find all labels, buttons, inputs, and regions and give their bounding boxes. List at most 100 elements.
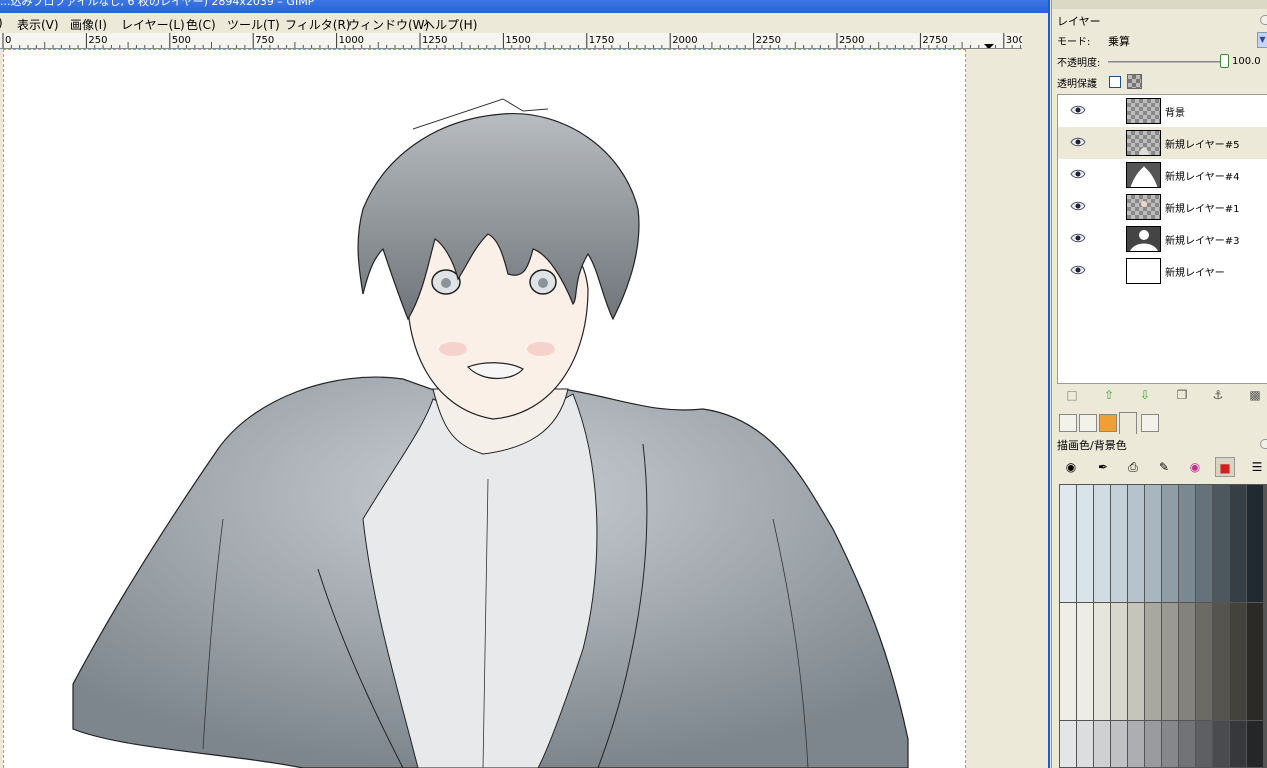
layer-thumbnail[interactable] bbox=[1126, 98, 1161, 124]
layer-thumbnail[interactable] bbox=[1126, 130, 1161, 156]
palette-swatch[interactable] bbox=[1060, 485, 1077, 603]
layer-name[interactable]: 新規レイヤー#5 bbox=[1165, 136, 1239, 151]
menu-item-view[interactable]: 表示(V) bbox=[17, 16, 59, 33]
palette-swatch[interactable] bbox=[1094, 721, 1111, 767]
layer-name[interactable]: 新規レイヤー#3 bbox=[1165, 232, 1239, 247]
layer-thumbnail[interactable] bbox=[1126, 258, 1161, 284]
layer-row[interactable]: 新規レイヤー#5 bbox=[1058, 127, 1267, 159]
palette-swatch[interactable] bbox=[1077, 485, 1094, 603]
delete-layer-icon[interactable]: ▩ bbox=[1247, 387, 1263, 403]
palette-swatch[interactable] bbox=[1162, 485, 1179, 603]
colors-panel-menu-button[interactable] bbox=[1260, 439, 1267, 449]
layers-list[interactable]: 背景新規レイヤー#5 新規レイヤー#4 新規レイヤー#1 新規レイヤー#3 新規レイヤー bbox=[1057, 94, 1267, 384]
tab-fonts[interactable] bbox=[1141, 414, 1159, 432]
brush-icon[interactable]: ✎ bbox=[1154, 457, 1174, 477]
opacity-value[interactable]: 100.0 bbox=[1232, 56, 1261, 67]
palette-swatch[interactable] bbox=[1128, 603, 1145, 721]
horizontal-ruler[interactable]: 0 250 500 750 1000 1250 1500 1750 2000 2250 2500 27… bbox=[0, 33, 1022, 49]
palette-swatch[interactable] bbox=[1162, 603, 1179, 721]
palette-swatch[interactable] bbox=[1060, 721, 1077, 767]
palette-swatch[interactable] bbox=[1128, 721, 1145, 767]
layer-row[interactable]: 背景 bbox=[1058, 95, 1267, 127]
printer-icon[interactable]: ⎙ bbox=[1123, 457, 1143, 477]
lower-layer-icon[interactable]: ⇩ bbox=[1137, 387, 1153, 403]
palette-swatch[interactable] bbox=[1077, 721, 1094, 767]
palette-swatch[interactable] bbox=[1111, 603, 1128, 721]
palette-swatch[interactable] bbox=[1094, 603, 1111, 721]
palette-swatch[interactable] bbox=[1111, 721, 1128, 767]
palette-swatch[interactable] bbox=[1145, 485, 1162, 603]
layer-name[interactable]: 新規レイヤー#1 bbox=[1165, 200, 1239, 215]
palette-swatch[interactable] bbox=[1230, 721, 1247, 767]
layer-row[interactable]: 新規レイヤー#1 bbox=[1058, 191, 1267, 223]
opacity-slider[interactable]: 100.0 bbox=[1108, 54, 1267, 68]
eye-icon[interactable] bbox=[1070, 265, 1086, 275]
palette-swatch[interactable] bbox=[1179, 603, 1196, 721]
palette-swatch[interactable] bbox=[1111, 485, 1128, 603]
gimp-selector-icon[interactable]: ◉ bbox=[1061, 457, 1081, 477]
eye-icon[interactable] bbox=[1070, 169, 1086, 179]
palette-swatch[interactable] bbox=[1213, 721, 1230, 767]
raise-layer-icon[interactable]: ⇧ bbox=[1101, 387, 1117, 403]
anchor-layer-icon[interactable]: ⚓ bbox=[1210, 387, 1226, 403]
menu-item-layer[interactable]: レイヤー(L) bbox=[121, 16, 185, 33]
scales-icon[interactable]: ☰ bbox=[1247, 457, 1267, 477]
panel-menu-button[interactable] bbox=[1260, 15, 1267, 25]
palette-icon[interactable]: ■ bbox=[1215, 457, 1235, 477]
mode-select[interactable]: 乗算 ▼ bbox=[1108, 32, 1267, 48]
menu-item-image[interactable]: 画像(I) bbox=[70, 16, 107, 33]
layer-name[interactable]: 新規レイヤー#4 bbox=[1165, 168, 1239, 183]
eye-icon[interactable] bbox=[1070, 201, 1086, 211]
palette-swatch[interactable] bbox=[1247, 485, 1264, 603]
layer-name[interactable]: 新規レイヤー bbox=[1165, 264, 1225, 279]
layer-thumbnail[interactable] bbox=[1126, 194, 1161, 220]
layer-thumbnail[interactable] bbox=[1126, 226, 1161, 252]
palette-swatch[interactable] bbox=[1247, 603, 1264, 721]
layer-name[interactable]: 背景 bbox=[1165, 104, 1185, 119]
tab-brushes[interactable] bbox=[1059, 414, 1077, 432]
menu-item-filters[interactable]: フィルタ(R) bbox=[285, 16, 350, 33]
palette-swatch[interactable] bbox=[1162, 721, 1179, 767]
opacity-track[interactable] bbox=[1108, 61, 1220, 63]
palette-swatch[interactable] bbox=[1247, 721, 1264, 767]
palette-swatch[interactable] bbox=[1060, 603, 1077, 721]
tab-colors[interactable] bbox=[1119, 412, 1137, 434]
layer-row[interactable]: 新規レイヤー#4 bbox=[1058, 159, 1267, 191]
palette-swatch[interactable] bbox=[1077, 603, 1094, 721]
menu-item-file[interactable]: ) bbox=[0, 16, 3, 30]
layer-thumbnail[interactable] bbox=[1126, 162, 1161, 188]
dock-top-tabs[interactable] bbox=[1052, 0, 1267, 9]
palette-swatch[interactable] bbox=[1179, 721, 1196, 767]
palette-swatch[interactable] bbox=[1230, 603, 1247, 721]
palette-swatch[interactable] bbox=[1196, 721, 1213, 767]
palette-swatch[interactable] bbox=[1145, 721, 1162, 767]
lock-alpha-checkbox[interactable] bbox=[1109, 76, 1121, 88]
new-layer-icon[interactable]: □ bbox=[1064, 387, 1080, 403]
palette-swatch[interactable] bbox=[1213, 603, 1230, 721]
palette-swatch[interactable] bbox=[1213, 485, 1230, 603]
palette-swatch[interactable] bbox=[1179, 485, 1196, 603]
layer-row[interactable]: 新規レイヤー bbox=[1058, 255, 1267, 287]
palette-swatch[interactable] bbox=[1230, 485, 1247, 603]
palette-swatch[interactable] bbox=[1196, 603, 1213, 721]
artwork-illustration[interactable] bbox=[3, 49, 966, 768]
palette-swatch[interactable] bbox=[1128, 485, 1145, 603]
duplicate-layer-icon[interactable]: ❐ bbox=[1174, 387, 1190, 403]
palette-swatch[interactable] bbox=[1094, 485, 1111, 603]
color-palette[interactable] bbox=[1059, 484, 1267, 768]
menu-item-help[interactable]: ヘルプ(H) bbox=[423, 16, 477, 33]
menu-item-colors[interactable]: 色(C) bbox=[186, 16, 216, 33]
layer-row[interactable]: 新規レイヤー#3 bbox=[1058, 223, 1267, 255]
palette-swatch[interactable] bbox=[1145, 603, 1162, 721]
menu-item-windows[interactable]: ウィンドウ(W) bbox=[348, 16, 429, 33]
tab-patterns[interactable] bbox=[1079, 414, 1097, 432]
eyedropper-icon[interactable]: ✒ bbox=[1093, 457, 1113, 477]
eye-icon[interactable] bbox=[1070, 105, 1086, 115]
eye-icon[interactable] bbox=[1070, 137, 1086, 147]
color-wheel-icon[interactable]: ◉ bbox=[1185, 457, 1205, 477]
eye-icon[interactable] bbox=[1070, 233, 1086, 243]
opacity-slider-handle[interactable] bbox=[1220, 54, 1229, 68]
tab-gradients[interactable] bbox=[1099, 414, 1117, 432]
palette-swatch[interactable] bbox=[1196, 485, 1213, 603]
chevron-down-icon[interactable]: ▼ bbox=[1257, 32, 1267, 48]
